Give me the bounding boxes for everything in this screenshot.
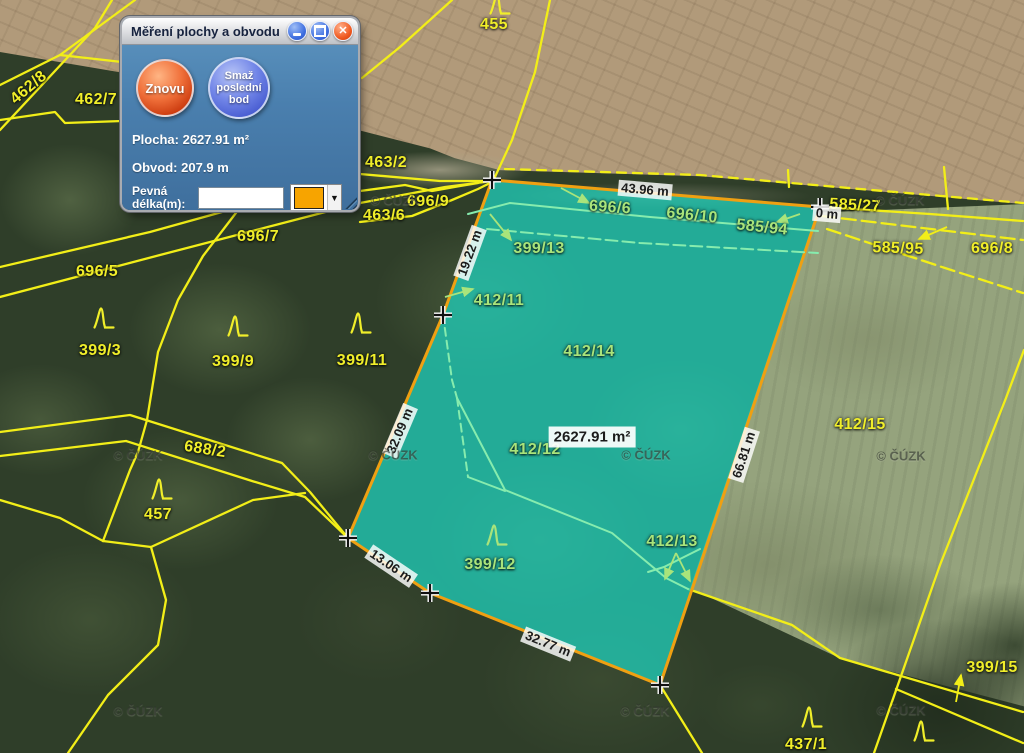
redo-button[interactable]: Znovu xyxy=(136,59,194,117)
fixed-length-input[interactable] xyxy=(198,187,284,209)
line-color-dropdown[interactable]: ▼ xyxy=(290,184,342,210)
edge-length-chip: 66.81 m xyxy=(728,427,760,483)
edge-length-chip: 13.06 m xyxy=(364,544,417,587)
parcel-label: 399/12 xyxy=(464,556,515,574)
tree-icon xyxy=(913,719,936,749)
close-icon: ✕ xyxy=(338,26,347,37)
parcel-label: 696/8 xyxy=(971,240,1013,258)
line-color-swatch xyxy=(294,187,324,209)
area-readout: Plocha: 2627.91 m² xyxy=(132,132,348,147)
tree-icon-glyph xyxy=(489,0,512,17)
edge-length-chip: 0 m xyxy=(812,205,842,223)
perimeter-readout: Obvod: 207.9 m xyxy=(132,160,348,175)
parcel-label: 399/15 xyxy=(966,659,1017,677)
measure-dialog: Měření plochy a obvodu ✕ Znovu Smaž posl… xyxy=(122,18,358,210)
restore-icon xyxy=(314,25,326,37)
copyright-watermark: © ČÚZK xyxy=(875,193,924,208)
area-label: Plocha: xyxy=(132,132,179,147)
parcel-label: 399/9 xyxy=(212,353,254,371)
tree-icon xyxy=(151,477,174,507)
parcel-label: 696/10 xyxy=(666,204,719,227)
copyright-watermark: © ČÚZK xyxy=(113,448,162,463)
delete-last-point-button[interactable]: Smaž poslední bod xyxy=(208,57,270,119)
tree-icon xyxy=(350,311,373,341)
parcel-label: 457 xyxy=(144,506,172,524)
minimize-button[interactable] xyxy=(287,21,307,41)
tree-icon xyxy=(486,523,509,553)
tree-icon-glyph xyxy=(801,705,824,730)
parcel-label: 463/6 xyxy=(363,207,405,225)
copyright-watermark: © ČÚZK xyxy=(621,448,670,463)
chevron-down-icon: ▼ xyxy=(327,185,341,210)
tree-icon-glyph xyxy=(350,311,373,336)
restore-button[interactable] xyxy=(310,21,330,41)
tree-icon-glyph xyxy=(486,523,509,548)
parcel-label: 412/15 xyxy=(834,416,885,434)
perimeter-value: 207.9 m xyxy=(181,160,229,175)
edge-length-chip: 19.22 m xyxy=(453,225,486,281)
parcel-label: 399/11 xyxy=(337,352,387,370)
parcel-label: 437/1 xyxy=(785,736,827,753)
tree-icon xyxy=(489,0,512,22)
fixed-length-label: Pevná délka(m): xyxy=(132,185,192,210)
tree-icon xyxy=(801,705,824,735)
tree-icon xyxy=(227,314,250,344)
parcel-label: 462/7 xyxy=(75,91,117,109)
tree-icon-glyph xyxy=(93,306,116,331)
parcel-label: 585/94 xyxy=(736,216,789,239)
dialog-body: Znovu Smaž poslední bod Plocha: 2627.91 … xyxy=(122,45,358,210)
fixed-length-label-line2: délka(m): xyxy=(132,198,192,210)
edge-length-chip: 43.96 m xyxy=(618,180,673,201)
tree-icon-glyph xyxy=(151,477,174,502)
parcel-label: 399/3 xyxy=(79,342,121,360)
close-button[interactable]: ✕ xyxy=(333,21,353,41)
area-value: 2627.91 m² xyxy=(183,132,250,147)
parcel-label: 585/95 xyxy=(872,239,924,259)
copyright-watermark: © ČÚZK xyxy=(368,448,417,463)
copyright-watermark: © ČÚZK xyxy=(620,704,669,719)
perimeter-label: Obvod: xyxy=(132,160,178,175)
parcel-label: 688/2 xyxy=(183,438,227,462)
edge-length-chip: 32.77 m xyxy=(520,627,576,662)
parcel-label: 696/6 xyxy=(588,198,631,219)
parcel-label: 412/14 xyxy=(563,343,614,361)
dialog-title-bar[interactable]: Měření plochy a obvodu ✕ xyxy=(122,18,358,45)
copyright-watermark: © ČÚZK xyxy=(113,704,162,719)
dialog-title: Měření plochy a obvodu xyxy=(131,24,284,39)
tree-icon-glyph xyxy=(227,314,250,339)
minimize-icon xyxy=(293,33,301,36)
parcel-label: 696/7 xyxy=(237,228,279,246)
map-viewer: 455462/8462/7463/2696/9463/6696/7696/539… xyxy=(0,0,1024,753)
delete-last-line2: poslední xyxy=(216,82,261,94)
tree-icon xyxy=(93,306,116,336)
parcel-label: 412/11 xyxy=(474,292,524,310)
parcel-label: 463/2 xyxy=(365,154,407,172)
delete-last-line3: bod xyxy=(229,94,249,106)
parcel-label: 399/13 xyxy=(513,240,564,258)
copyright-watermark: © ČÚZK xyxy=(876,703,925,718)
area-chip: 2627.91 m² xyxy=(549,427,636,448)
tree-icon-glyph xyxy=(913,719,936,744)
copyright-watermark: © ČÚZK xyxy=(370,193,419,208)
delete-last-line1: Smaž xyxy=(225,70,254,82)
parcel-label: 462/8 xyxy=(7,68,51,109)
copyright-watermark: © ČÚZK xyxy=(876,449,925,464)
parcel-label: 412/13 xyxy=(646,533,697,551)
parcel-label: 696/5 xyxy=(76,263,118,281)
